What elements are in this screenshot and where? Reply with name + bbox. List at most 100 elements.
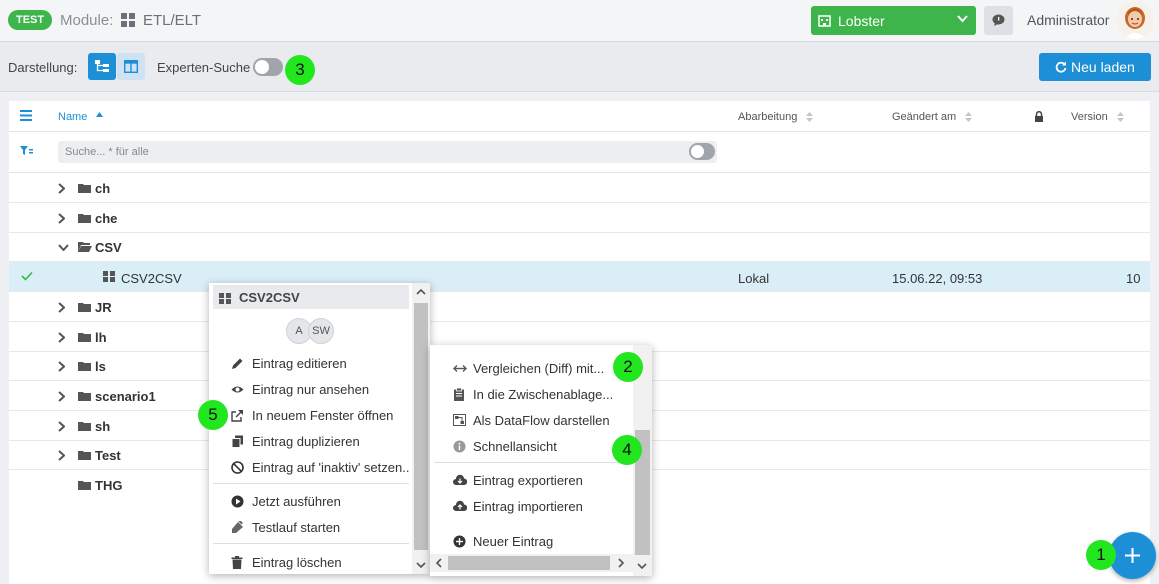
tree-view-button[interactable] xyxy=(88,53,116,80)
chevron-right-icon[interactable] xyxy=(58,332,65,343)
chevron-right-icon[interactable] xyxy=(58,302,65,313)
pencil-icon xyxy=(232,358,243,369)
folder-name: che xyxy=(95,211,118,226)
scrollbar-thumb[interactable] xyxy=(448,556,610,570)
lock-icon[interactable] xyxy=(1034,111,1044,122)
menu-item-label: Testlauf starten xyxy=(252,520,341,535)
folder-icon xyxy=(78,362,91,371)
menu-item-label: Eintrag editieren xyxy=(252,356,347,371)
column-view-button[interactable] xyxy=(117,53,145,80)
chevron-right-icon[interactable] xyxy=(58,361,65,372)
menu-item-label: Neuer Eintrag xyxy=(473,534,554,549)
annotation-marker: 3 xyxy=(285,55,315,85)
clipboard-icon xyxy=(454,388,464,401)
column-header-name[interactable]: Name xyxy=(58,111,104,123)
folder-row[interactable]: ch xyxy=(9,173,1150,203)
chevron-down-icon xyxy=(957,15,968,23)
column-header-name-label: Name xyxy=(58,111,88,123)
column-header-version[interactable]: Version xyxy=(1071,111,1124,123)
column-header-processing[interactable]: Abarbeitung xyxy=(738,111,814,123)
sort-icon xyxy=(806,112,814,123)
trash-icon xyxy=(231,556,243,569)
reload-button[interactable]: Neu laden xyxy=(1039,53,1151,81)
plus-circle-icon xyxy=(453,535,466,548)
filter-icon[interactable] xyxy=(20,146,33,157)
folder-row-open[interactable]: CSV xyxy=(9,232,1150,262)
scroll-up-icon[interactable] xyxy=(416,289,426,295)
menu-item-label: Jetzt ausführen xyxy=(252,494,341,509)
menu-item-label: In die Zwischenablage... xyxy=(473,387,614,402)
menu-item-label: Vergleichen (Diff) mit... xyxy=(473,361,605,376)
scroll-right-icon[interactable] xyxy=(618,558,624,568)
annotation-marker: 5 xyxy=(198,400,228,430)
menu-item-label: Eintrag löschen xyxy=(252,555,342,570)
folder-name: ch xyxy=(95,181,111,196)
avatar[interactable] xyxy=(1116,1,1154,39)
module-label: Module: xyxy=(60,12,114,29)
chevron-right-icon[interactable] xyxy=(58,183,65,194)
folder-name: sh xyxy=(95,419,111,434)
entry-changed: 15.06.22, 09:53 xyxy=(892,271,983,286)
menu-separator xyxy=(213,543,409,544)
info-icon xyxy=(453,440,466,453)
folder-icon xyxy=(78,451,91,460)
table-row-selected[interactable]: CSV2CSV Lokal 15.06.22, 09:53 10 xyxy=(9,262,1150,292)
scroll-down-icon[interactable] xyxy=(416,562,426,568)
user-name[interactable]: Administrator xyxy=(1027,12,1109,28)
chevron-down-icon[interactable] xyxy=(58,244,69,251)
eye-icon xyxy=(231,386,244,393)
check-icon xyxy=(21,271,33,281)
scroll-left-icon[interactable] xyxy=(436,558,442,568)
module-name: ETL/ELT xyxy=(143,12,202,29)
menu-item-label: Schnellansicht xyxy=(473,439,557,454)
menu-item-label: Eintrag importieren xyxy=(473,499,583,514)
folder-name: Test xyxy=(95,448,121,463)
search-toggle[interactable] xyxy=(689,143,715,160)
folder-name: THG xyxy=(95,478,123,493)
folder-icon xyxy=(78,392,91,401)
view-toolbar: Darstellung: Experten-Suche Neu laden xyxy=(0,42,1159,92)
column-header-changed-label: Geändert am xyxy=(892,111,957,123)
plus-icon xyxy=(1125,548,1140,563)
folder-name: JR xyxy=(95,300,112,315)
chevron-right-icon[interactable] xyxy=(58,391,65,402)
context-menu-header: CSV2CSV xyxy=(213,285,409,309)
reload-button-label: Neu laden xyxy=(1071,59,1135,75)
copy-icon xyxy=(231,435,243,448)
expert-search-label: Experten-Suche xyxy=(157,60,251,75)
chat-button[interactable] xyxy=(984,6,1013,35)
menu-item-label: In neuem Fenster öffnen xyxy=(252,408,394,423)
add-entry-button[interactable] xyxy=(1109,532,1156,579)
profile-icon xyxy=(103,271,115,282)
diff-icon xyxy=(453,365,467,372)
chevron-right-icon[interactable] xyxy=(58,450,65,461)
menu-separator xyxy=(213,483,409,484)
expert-search-toggle[interactable] xyxy=(253,58,283,76)
dataflow-icon xyxy=(453,414,466,426)
folder-icon xyxy=(78,214,91,223)
search-input[interactable] xyxy=(58,141,678,163)
entry-version: 10 xyxy=(1126,271,1141,286)
annotation-marker: 4 xyxy=(612,435,642,465)
menu-item-label: Eintrag exportieren xyxy=(473,473,583,488)
scrollbar-thumb[interactable] xyxy=(414,303,428,550)
sort-asc-icon xyxy=(96,112,104,117)
chevron-right-icon[interactable] xyxy=(58,421,65,432)
menu-icon[interactable] xyxy=(20,110,32,121)
tenant-select-value: Lobster xyxy=(838,13,885,29)
chevron-right-icon[interactable] xyxy=(58,213,65,224)
scroll-down-icon[interactable] xyxy=(637,563,647,569)
table-header: Name Abarbeitung Geändert am Version xyxy=(9,101,1150,132)
folder-row[interactable]: che xyxy=(9,203,1150,233)
folder-row[interactable]: JR xyxy=(9,292,1150,322)
refresh-icon xyxy=(1055,61,1067,73)
tenant-select[interactable]: Lobster xyxy=(811,6,976,35)
menu-item-label: Eintrag nur ansehen xyxy=(252,382,370,397)
folder-icon xyxy=(78,184,91,193)
context-menu: CSV2CSV A SW Eintrag editieren Eintrag n… xyxy=(209,283,430,574)
cloud-download-icon xyxy=(453,474,467,485)
context-menu-scrollbar[interactable] xyxy=(412,283,430,574)
column-header-changed[interactable]: Geändert am xyxy=(892,111,973,123)
folder-name: ls xyxy=(95,359,106,374)
submenu-horizontal-scrollbar[interactable] xyxy=(430,554,633,572)
